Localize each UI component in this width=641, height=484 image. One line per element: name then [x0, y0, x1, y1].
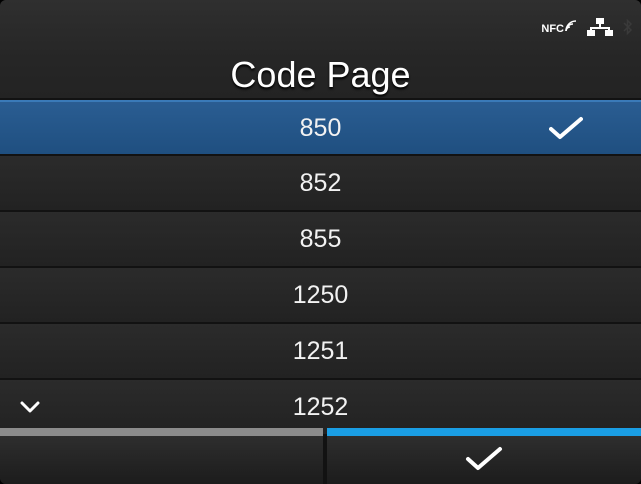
- code-page-list: 850 852 855 1250 1251 1252: [0, 100, 641, 436]
- checkmark-icon: [465, 445, 503, 476]
- checkmark-icon: [549, 116, 583, 140]
- nfc-icon: NFC: [541, 20, 577, 35]
- footer-buttons: [0, 428, 641, 484]
- list-item-850[interactable]: 850: [0, 100, 641, 154]
- bluetooth-icon: [623, 18, 633, 41]
- list-item-855[interactable]: 855: [0, 212, 641, 266]
- chevron-down-icon[interactable]: [20, 401, 40, 413]
- list-item-1252[interactable]: 1252: [0, 380, 641, 434]
- list-item-1250[interactable]: 1250: [0, 268, 641, 322]
- back-button[interactable]: [0, 428, 323, 484]
- list-item-852[interactable]: 852: [0, 156, 641, 210]
- nfc-label: NFC: [541, 23, 564, 35]
- list-item-label: 1251: [292, 336, 349, 365]
- network-icon: [587, 18, 613, 41]
- header-bar: NFC Code Page: [0, 0, 641, 98]
- list-item-1251[interactable]: 1251: [0, 324, 641, 378]
- confirm-button[interactable]: [327, 428, 641, 484]
- printer-screen: NFC Code Page 850 852 855 1250 1251 1252: [0, 0, 641, 484]
- list-item-label: 850: [299, 113, 342, 142]
- list-item-label: 1250: [292, 280, 349, 309]
- list-item-label: 855: [299, 224, 342, 253]
- status-icons: NFC: [541, 18, 633, 41]
- list-item-label: 1252: [292, 392, 349, 421]
- page-title: Code Page: [230, 54, 411, 95]
- list-item-label: 852: [299, 168, 342, 197]
